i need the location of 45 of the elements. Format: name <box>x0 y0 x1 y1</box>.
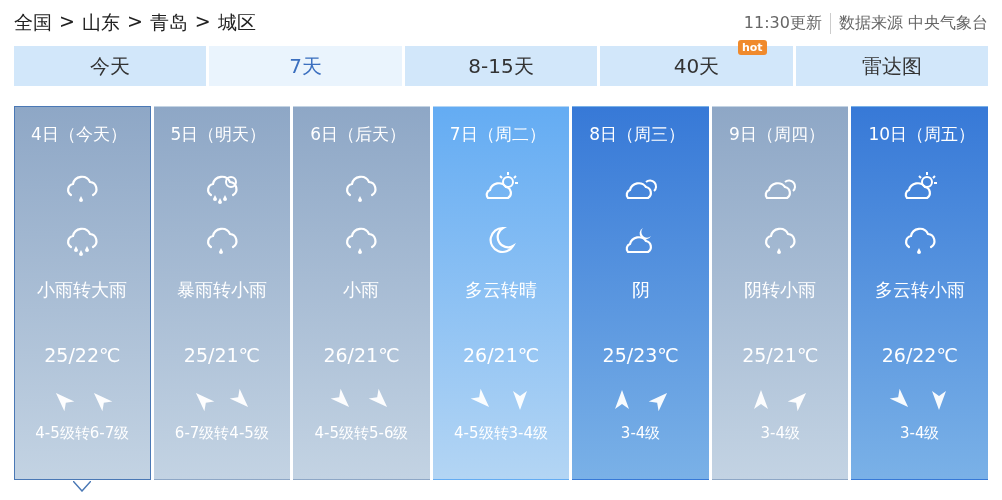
day-date: 5日（明天） <box>170 123 267 146</box>
temperature: 25/21℃ <box>742 344 819 366</box>
wind-level: 3-4级 <box>760 424 800 443</box>
weather-text: 暴雨转小雨 <box>176 278 267 302</box>
hot-badge: hot <box>737 40 767 55</box>
temperature: 25/21℃ <box>183 344 260 366</box>
wind-level: 4-5级转6-7级 <box>35 424 130 443</box>
day-date: 7日（周二） <box>449 123 546 146</box>
breadcrumb-link[interactable]: 青岛 <box>149 10 188 36</box>
breadcrumb-separator: > <box>194 10 211 34</box>
forecast-tab[interactable]: 今天 <box>14 46 207 86</box>
day-date: 6日（后天） <box>310 123 406 146</box>
breadcrumb-link[interactable]: 城区 <box>217 10 256 36</box>
temperature: 26/21℃ <box>323 344 400 366</box>
temperature: 26/21℃ <box>462 344 540 366</box>
weather-text: 小雨转大雨 <box>37 278 128 302</box>
forecast-tab[interactable]: 雷达图 <box>795 46 989 86</box>
temperature: 26/22℃ <box>881 344 958 366</box>
weather-text: 多云转小雨 <box>874 278 965 302</box>
weather-text: 阴 <box>631 278 650 302</box>
caret-icon <box>73 481 92 492</box>
wind-level: 4-5级转3-4级 <box>454 424 548 443</box>
day-date: 9日（周四） <box>728 123 825 146</box>
weather-text: 阴转小雨 <box>744 278 817 302</box>
wind-level: 4-5级转5-6级 <box>314 424 409 443</box>
temperature: 25/23℃ <box>602 344 679 366</box>
day-card[interactable]: 10日（周五） 多云转小雨 26/22℃ 3-4级 <box>851 106 989 480</box>
temperature: 25/22℃ <box>44 344 121 366</box>
day-card[interactable]: 8日（周三） 阴 25/23℃ 3-4级 <box>572 106 709 480</box>
day-date: 10日（周五） <box>868 123 976 146</box>
weather-text: 多云转晴 <box>465 278 537 302</box>
breadcrumb-separator: > <box>126 10 143 34</box>
breadcrumb-link[interactable]: 山东 <box>81 10 120 36</box>
forecast-tab[interactable]: 7天 <box>209 46 402 86</box>
data-source: 数据来源 中央气象台 <box>837 12 988 34</box>
breadcrumb-separator: > <box>59 10 75 34</box>
wind-level: 3-4级 <box>620 424 661 443</box>
day-date: 8日（周三） <box>589 123 686 146</box>
weather-text: 小雨 <box>343 278 380 302</box>
wind-level: 3-4级 <box>900 424 940 443</box>
forecast-tab[interactable]: 8-15天 <box>404 46 598 86</box>
update-time: 11:30更新 <box>743 12 831 34</box>
breadcrumb-link[interactable]: 全国 <box>14 10 52 36</box>
day-date: 4日（今天） <box>31 123 127 146</box>
wind-level: 6-7级转4-5级 <box>174 424 269 443</box>
